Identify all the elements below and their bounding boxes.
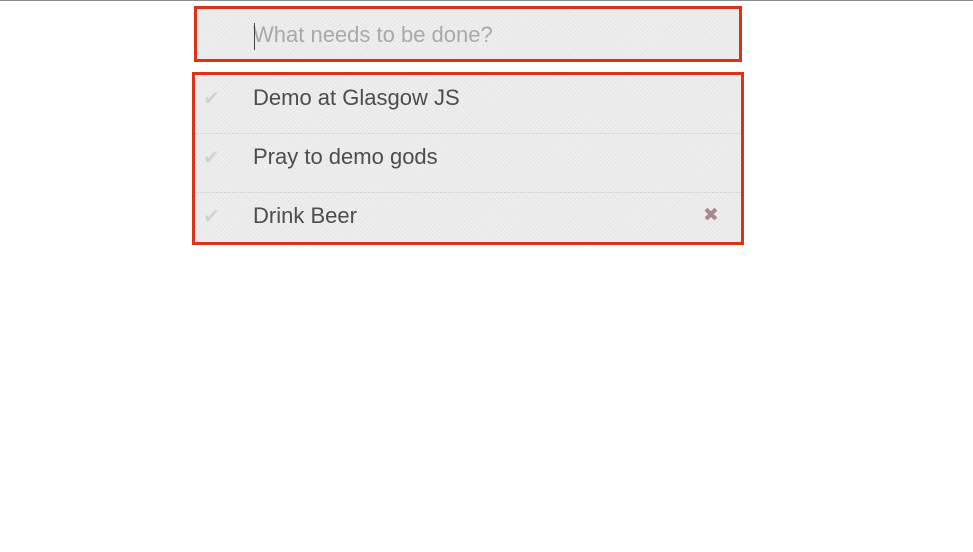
text-caret xyxy=(254,23,255,50)
window-top-border xyxy=(0,0,973,1)
todo-label[interactable]: Drink Beer xyxy=(253,203,357,229)
checkmark-icon[interactable]: ✔ xyxy=(203,147,220,167)
close-x-icon[interactable]: ✖ xyxy=(703,206,719,225)
todo-item[interactable]: ✔ Drink Beer ✖ xyxy=(195,193,741,242)
new-todo-panel xyxy=(194,6,742,62)
todo-label[interactable]: Pray to demo gods xyxy=(253,144,438,170)
checkmark-icon[interactable]: ✔ xyxy=(203,88,220,108)
checkmark-icon[interactable]: ✔ xyxy=(203,206,220,226)
todo-item[interactable]: ✔ Demo at Glasgow JS xyxy=(195,75,741,134)
new-todo-input[interactable] xyxy=(253,17,723,53)
todo-list: ✔ Demo at Glasgow JS ✔ Pray to demo gods… xyxy=(192,72,744,245)
todo-label[interactable]: Demo at Glasgow JS xyxy=(253,85,460,111)
todo-item[interactable]: ✔ Pray to demo gods xyxy=(195,134,741,193)
